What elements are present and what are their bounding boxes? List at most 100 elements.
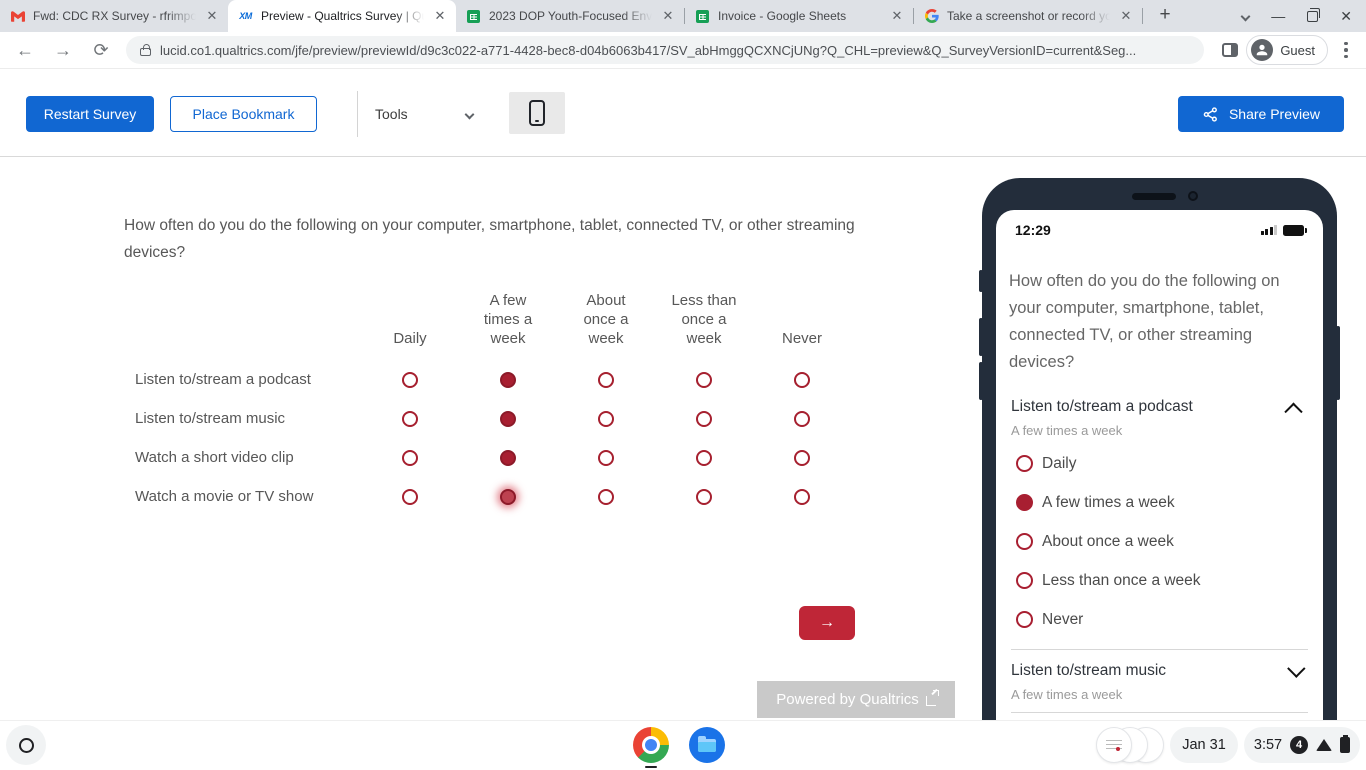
phone-option[interactable]: Less than once a week bbox=[1009, 561, 1310, 600]
close-window-button[interactable]: ✕ bbox=[1340, 8, 1352, 25]
date-pill[interactable]: Jan 31 bbox=[1170, 727, 1238, 763]
matrix-cell bbox=[655, 411, 753, 427]
radio-option[interactable] bbox=[696, 450, 712, 466]
phone-icon bbox=[529, 100, 545, 126]
radio-option[interactable] bbox=[1016, 572, 1033, 589]
restore-button[interactable] bbox=[1307, 11, 1318, 22]
chrome-app-button[interactable] bbox=[633, 727, 669, 763]
tab-title: Preview - Qualtrics Survey | Qu bbox=[261, 9, 424, 23]
column-header: Daily bbox=[361, 329, 459, 348]
radio-option[interactable] bbox=[500, 411, 516, 427]
tab-google-search[interactable]: Take a screenshot or record yo ✕ bbox=[914, 0, 1142, 32]
matrix-row: Watch a short video clip bbox=[124, 438, 854, 477]
place-bookmark-button[interactable]: Place Bookmark bbox=[170, 96, 317, 132]
tab-close-icon[interactable]: ✕ bbox=[660, 8, 676, 24]
matrix-header: DailyA few times a weekAbout once a week… bbox=[124, 288, 854, 348]
survey-question: How often do you do the following on you… bbox=[124, 212, 864, 266]
radio-option[interactable] bbox=[402, 411, 418, 427]
back-icon[interactable]: ← bbox=[12, 37, 38, 63]
matrix-cell bbox=[361, 489, 459, 505]
next-button[interactable]: → bbox=[799, 606, 855, 640]
tote-holding-space[interactable]: - - bbox=[1096, 725, 1166, 765]
radio-option[interactable] bbox=[1016, 455, 1033, 472]
tab-gmail[interactable]: Fwd: CDC RX Survey - rfrimpon ✕ bbox=[0, 0, 228, 32]
phone-option[interactable]: Never bbox=[1009, 600, 1310, 639]
tab-search-chevron-icon[interactable] bbox=[1241, 11, 1251, 21]
radio-option[interactable] bbox=[598, 450, 614, 466]
radio-option[interactable] bbox=[794, 489, 810, 505]
status-tray[interactable]: 3:57 4 bbox=[1244, 727, 1360, 763]
matrix-row: Listen to/stream a podcast bbox=[124, 360, 854, 399]
radio-option[interactable] bbox=[500, 450, 516, 466]
tab-sheets-invoice[interactable]: Invoice - Google Sheets ✕ bbox=[685, 0, 913, 32]
accordion-answer: A few times a week bbox=[1009, 687, 1310, 702]
new-tab-button[interactable]: + bbox=[1151, 2, 1179, 30]
column-header: Never bbox=[753, 329, 851, 348]
minimize-button[interactable]: — bbox=[1271, 8, 1285, 24]
radio-option[interactable] bbox=[696, 489, 712, 505]
radio-option[interactable] bbox=[598, 489, 614, 505]
files-app-button[interactable] bbox=[689, 727, 725, 763]
chevron-down-icon bbox=[1287, 659, 1305, 677]
accordion-item-podcast[interactable]: Listen to/stream a podcast bbox=[1009, 398, 1310, 416]
phone-camera bbox=[1188, 191, 1198, 201]
radio-option[interactable] bbox=[794, 411, 810, 427]
option-label: A few times a week bbox=[1042, 494, 1175, 512]
tab-separator bbox=[1142, 8, 1143, 24]
profile-button[interactable]: Guest bbox=[1246, 35, 1328, 65]
radio-option[interactable] bbox=[598, 411, 614, 427]
radio-option[interactable] bbox=[500, 489, 516, 505]
tab-close-icon[interactable]: ✕ bbox=[1118, 8, 1134, 24]
accordion-item-music[interactable]: Listen to/stream music bbox=[1009, 662, 1310, 680]
divider bbox=[1011, 712, 1308, 713]
address-bar[interactable]: lucid.co1.qualtrics.com/jfe/preview/prev… bbox=[126, 36, 1204, 64]
tab-sheets-dop[interactable]: 2023 DOP Youth-Focused Envi ✕ bbox=[456, 0, 684, 32]
radio-option[interactable] bbox=[1016, 611, 1033, 628]
cellular-signal-icon bbox=[1261, 225, 1278, 235]
radio-option[interactable] bbox=[402, 489, 418, 505]
phone-option[interactable]: About once a week bbox=[1009, 522, 1310, 561]
mobile-view-toggle[interactable] bbox=[509, 92, 565, 134]
radio-option[interactable] bbox=[1016, 494, 1033, 511]
phone-speaker bbox=[1132, 193, 1176, 200]
tab-close-icon[interactable]: ✕ bbox=[432, 8, 448, 24]
lock-icon[interactable] bbox=[140, 48, 151, 56]
tab-close-icon[interactable]: ✕ bbox=[204, 8, 220, 24]
row-label: Listen to/stream music bbox=[124, 410, 361, 427]
forward-icon[interactable]: → bbox=[50, 37, 76, 63]
phone-option[interactable]: A few times a week bbox=[1009, 483, 1310, 522]
phone-power-button bbox=[1336, 326, 1340, 400]
column-header: About once a week bbox=[557, 291, 655, 348]
phone-option[interactable]: Daily bbox=[1009, 444, 1310, 483]
reload-icon[interactable]: ⟳ bbox=[88, 37, 114, 63]
radio-option[interactable] bbox=[794, 372, 810, 388]
radio-option[interactable] bbox=[696, 372, 712, 388]
files-icon bbox=[689, 727, 725, 763]
phone-mockup: 12:29 How often do you do the following … bbox=[982, 178, 1337, 770]
accordion-title: Listen to/stream a podcast bbox=[1011, 398, 1193, 416]
radio-option[interactable] bbox=[696, 411, 712, 427]
radio-option[interactable] bbox=[500, 372, 516, 388]
chromeos-shelf: - - Jan 31 3:57 4 bbox=[0, 720, 1366, 768]
shelf-time: 3:57 bbox=[1254, 737, 1282, 753]
tab-close-icon[interactable]: ✕ bbox=[889, 8, 905, 24]
share-icon bbox=[1202, 106, 1219, 123]
column-header: Less than once a week bbox=[655, 291, 753, 348]
tools-dropdown[interactable]: Tools bbox=[375, 96, 473, 132]
launcher-button[interactable] bbox=[6, 725, 46, 765]
matrix-cell bbox=[361, 372, 459, 388]
radio-option[interactable] bbox=[402, 372, 418, 388]
notification-badge: 4 bbox=[1290, 736, 1308, 754]
restart-survey-button[interactable]: Restart Survey bbox=[26, 96, 154, 132]
tab-qualtrics-preview[interactable]: XM Preview - Qualtrics Survey | Qu ✕ bbox=[228, 0, 456, 32]
browser-menu-icon[interactable] bbox=[1336, 42, 1356, 59]
radio-option[interactable] bbox=[794, 450, 810, 466]
powered-by-qualtrics-badge[interactable]: Powered by Qualtrics bbox=[757, 681, 955, 718]
tote-item[interactable] bbox=[1096, 727, 1132, 763]
radio-option[interactable] bbox=[598, 372, 614, 388]
radio-option[interactable] bbox=[402, 450, 418, 466]
share-preview-button[interactable]: Share Preview bbox=[1178, 96, 1344, 132]
radio-option[interactable] bbox=[1016, 533, 1033, 550]
side-panel-icon[interactable] bbox=[1222, 43, 1238, 57]
phone-survey-question: How often do you do the following on you… bbox=[1009, 268, 1310, 376]
